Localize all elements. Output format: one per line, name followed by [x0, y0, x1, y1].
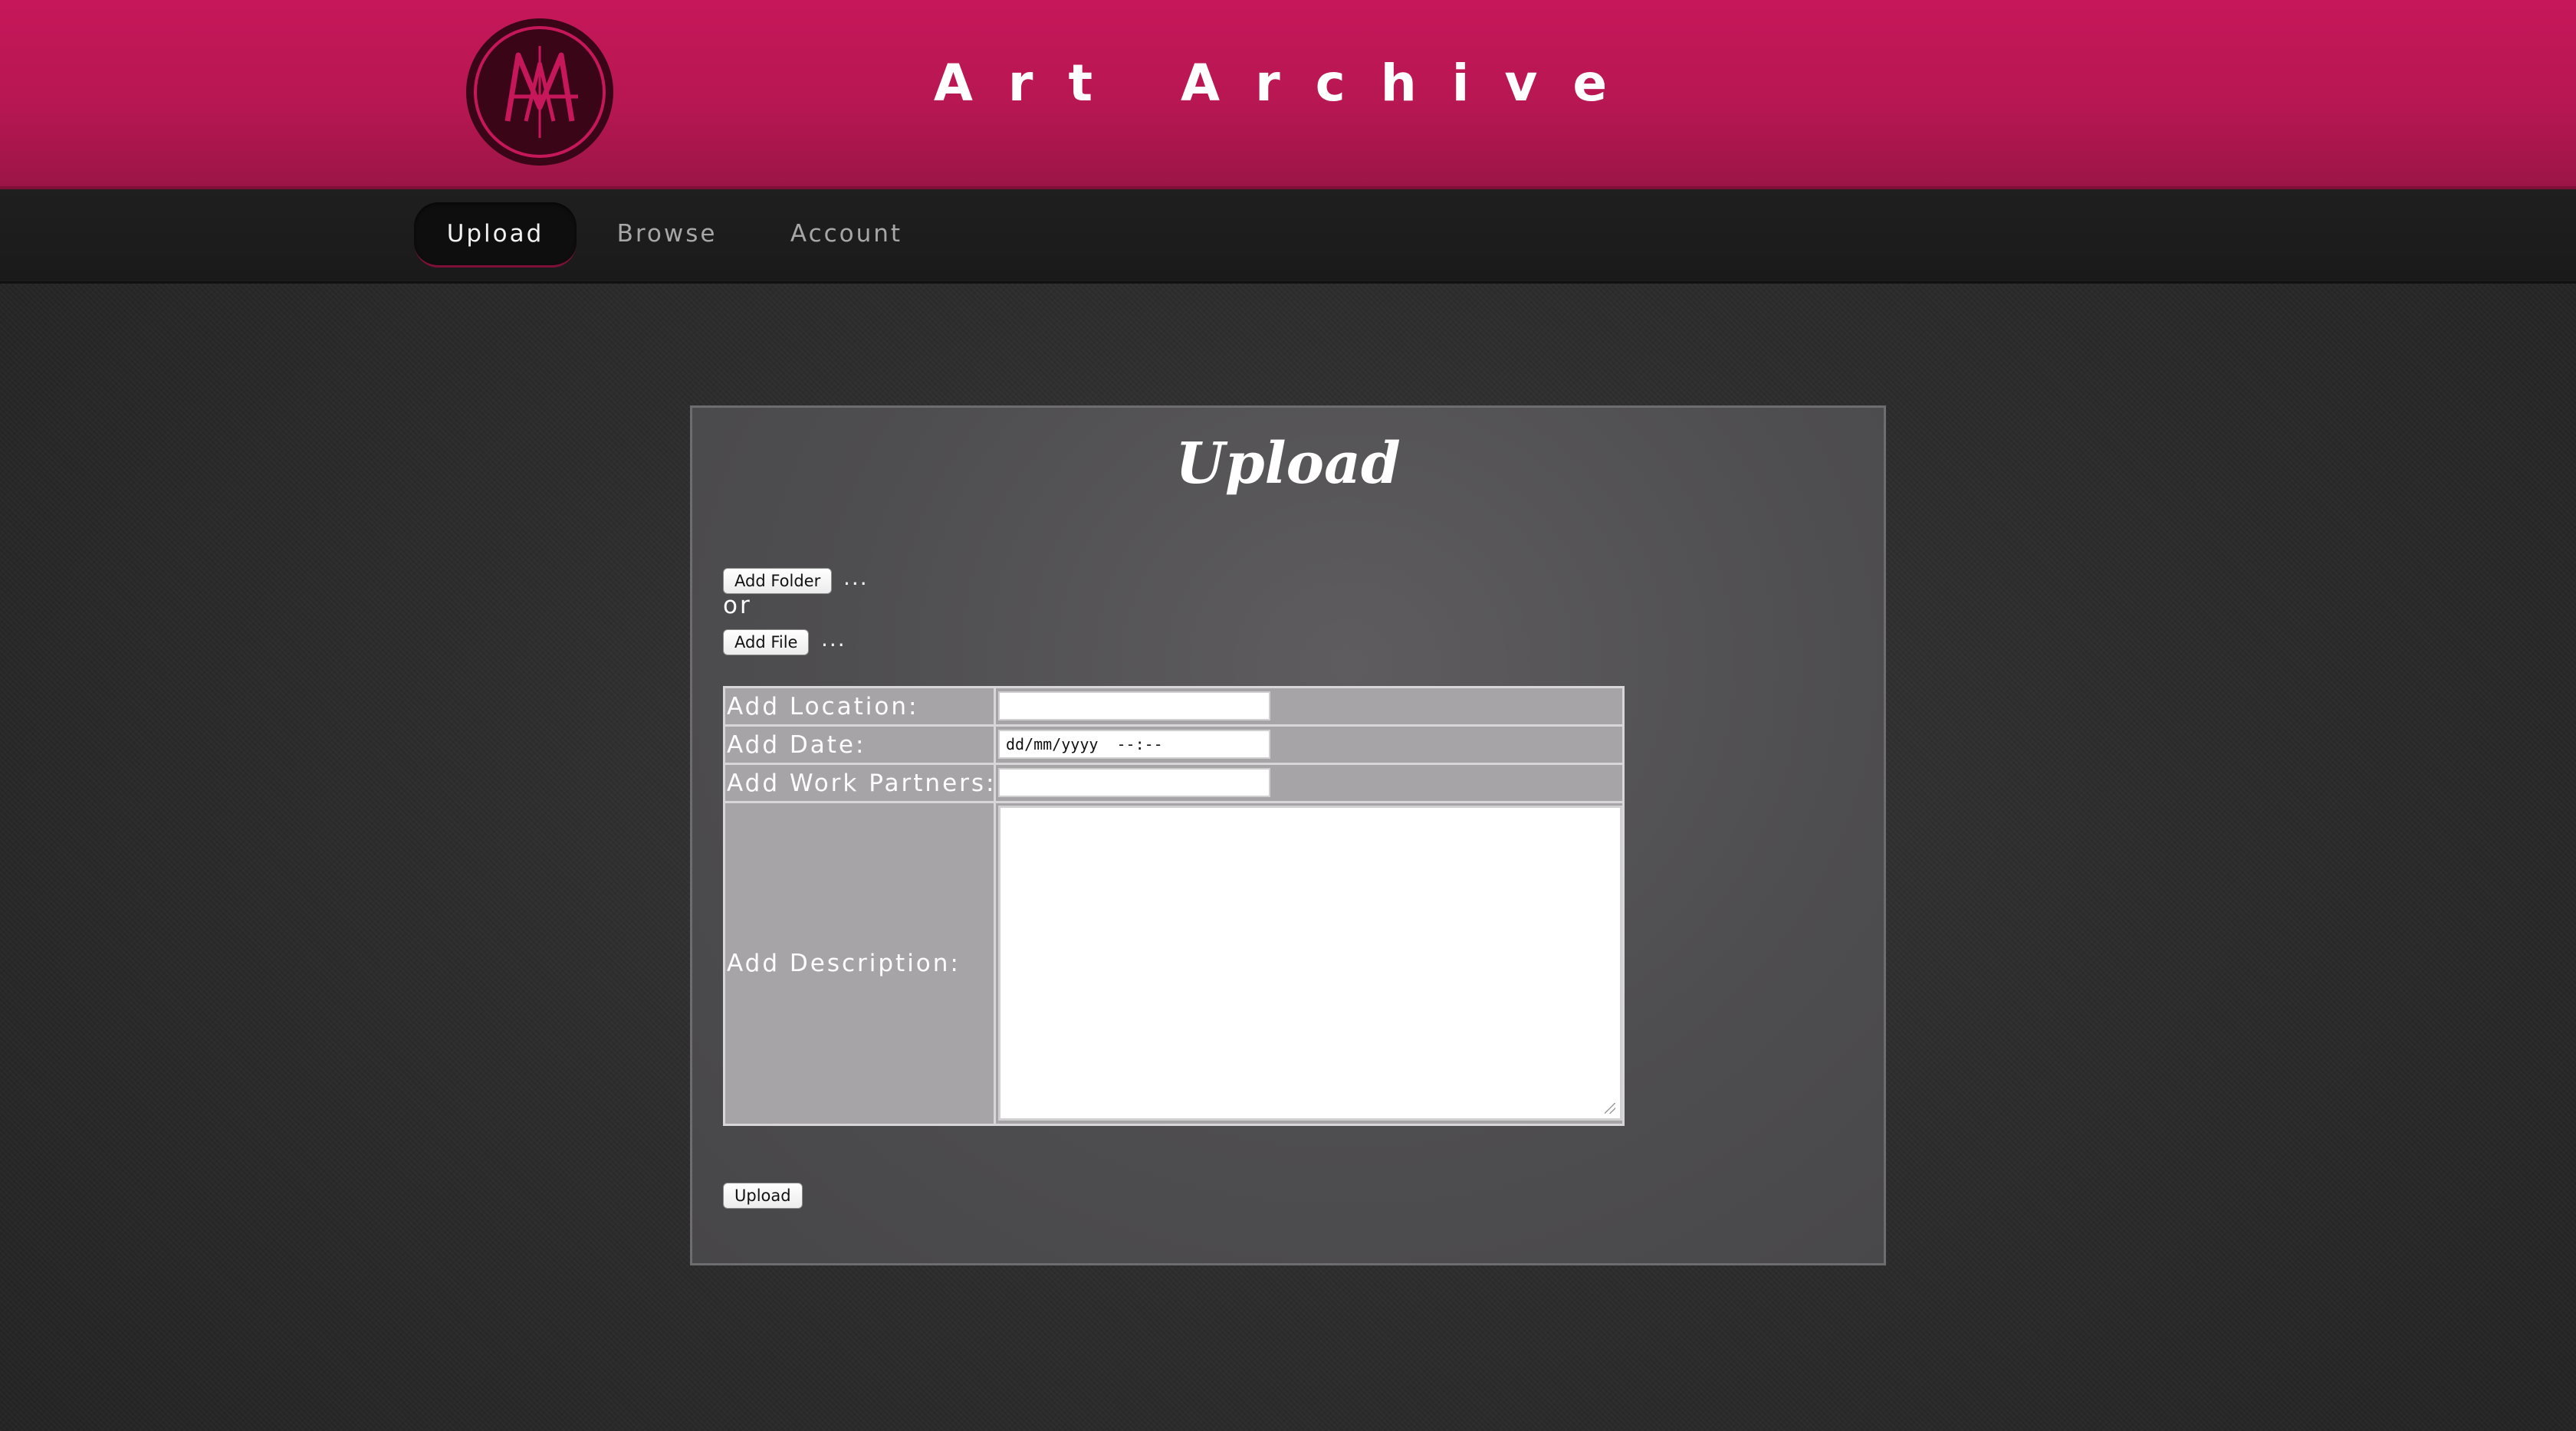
panel-title: Upload — [1175, 431, 1401, 497]
date-input[interactable]: dd/mm/yyyy --:-- — [998, 730, 1270, 759]
add-file-button[interactable]: Add File — [723, 629, 810, 655]
work-partners-input[interactable] — [998, 768, 1270, 797]
site-header: Art Archive — [0, 0, 2576, 189]
location-field-cell — [996, 688, 1622, 724]
date-placeholder: dd/mm/yyyy --:-- — [1006, 735, 1163, 753]
or-separator: or — [723, 592, 752, 619]
description-field-cell — [996, 803, 1622, 1124]
nav-item-account[interactable]: Account — [767, 202, 926, 265]
site-title: Art Archive — [933, 54, 1643, 113]
nav-item-upload[interactable]: Upload — [414, 202, 577, 267]
upload-panel: Upload Add Folder ... or Add File ... Ad… — [690, 405, 1886, 1265]
add-folder-status: ... — [843, 565, 869, 590]
add-file-status: ... — [821, 626, 846, 651]
location-row: Add Location: — [725, 688, 1622, 727]
date-field-cell: dd/mm/yyyy --:-- — [996, 727, 1622, 763]
description-textarea[interactable] — [998, 806, 1622, 1121]
upload-submit-button[interactable]: Upload — [723, 1183, 803, 1209]
main-nav: Upload Browse Account — [0, 189, 2576, 284]
work-partners-field-cell — [996, 765, 1622, 801]
description-label: Add Description: — [725, 803, 996, 1124]
date-row: Add Date: dd/mm/yyyy --:-- — [725, 727, 1622, 765]
date-label: Add Date: — [725, 727, 996, 763]
art-archive-logo-icon[interactable] — [463, 15, 616, 169]
upload-form-table: Add Location: Add Date: dd/mm/yyyy --:--… — [723, 686, 1625, 1126]
nav-item-browse[interactable]: Browse — [595, 202, 739, 265]
resize-grip-icon[interactable] — [1605, 1103, 1615, 1114]
description-row: Add Description: — [725, 803, 1622, 1124]
work-partners-label: Add Work Partners: — [725, 765, 996, 801]
add-folder-button[interactable]: Add Folder — [723, 568, 833, 594]
work-partners-row: Add Work Partners: — [725, 765, 1622, 803]
location-label: Add Location: — [725, 688, 996, 724]
location-input[interactable] — [998, 691, 1270, 720]
